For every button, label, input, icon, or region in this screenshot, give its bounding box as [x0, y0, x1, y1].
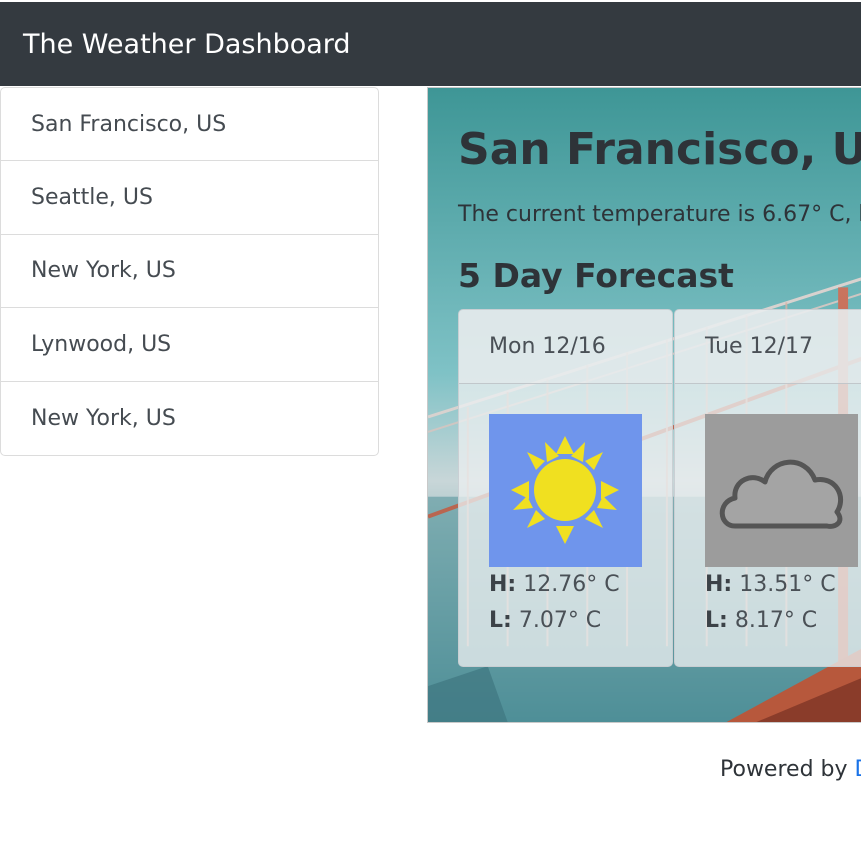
forecast-card: Tue 12/17 H: 13.51° C L: 8.17° C: [674, 309, 861, 667]
weather-panel: San Francisco, US The current temperatur…: [427, 87, 861, 723]
city-item[interactable]: Lynwood, US: [1, 308, 378, 382]
current-temperature: The current temperature is 6.67° C, but: [458, 202, 861, 227]
city-item[interactable]: New York, US: [1, 235, 378, 309]
high-value: 13.51° C: [739, 572, 836, 597]
sun-icon: [489, 414, 642, 567]
navbar: The Weather Dashboard: [0, 2, 861, 86]
forecast-date: Tue 12/17: [675, 310, 861, 384]
low-label: L:: [705, 608, 728, 633]
city-item[interactable]: San Francisco, US: [1, 88, 378, 162]
footer-link[interactable]: D: [855, 757, 861, 782]
forecast-high: H: 12.76° C: [489, 572, 620, 597]
high-value: 12.76° C: [523, 572, 620, 597]
forecast-low: L: 8.17° C: [705, 608, 817, 633]
footer: Powered by D: [720, 755, 861, 785]
city-item[interactable]: Seattle, US: [1, 161, 378, 235]
city-item[interactable]: New York, US: [1, 382, 378, 455]
high-label: H:: [489, 572, 517, 597]
city-list: San Francisco, US Seattle, US New York, …: [0, 87, 379, 456]
low-value: 8.17° C: [734, 608, 818, 633]
low-label: L:: [489, 608, 512, 633]
footer-text: Powered by: [720, 757, 855, 782]
cloud-icon: [705, 414, 858, 567]
forecast-card: Mon 12/16 H: 12.76° C L: 7.07° C: [458, 309, 673, 667]
forecast-high: H: 13.51° C: [705, 572, 836, 597]
page: The Weather Dashboard San Francisco, US …: [0, 0, 861, 861]
city-title: San Francisco, US: [458, 124, 861, 175]
brand-title[interactable]: The Weather Dashboard: [23, 27, 351, 63]
high-label: H:: [705, 572, 733, 597]
forecast-low: L: 7.07° C: [489, 608, 601, 633]
low-value: 7.07° C: [518, 608, 602, 633]
forecast-heading: 5 Day Forecast: [458, 256, 734, 295]
forecast-date: Mon 12/16: [459, 310, 672, 384]
